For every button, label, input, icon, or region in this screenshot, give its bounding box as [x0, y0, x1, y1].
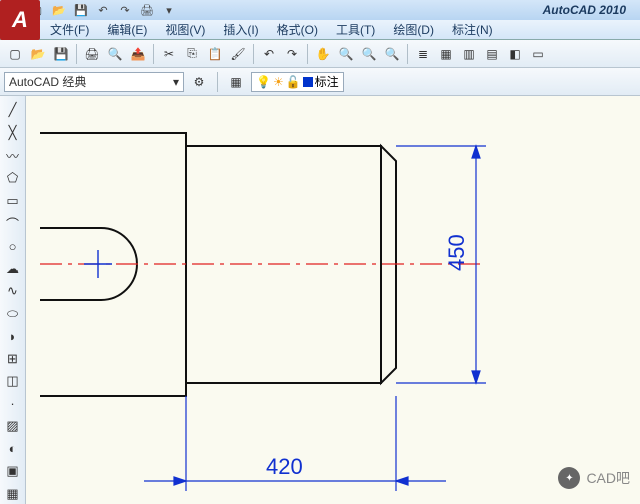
- dim-h-text: 420: [266, 454, 303, 479]
- region-tool[interactable]: ▣: [2, 461, 24, 482]
- insert-tool[interactable]: ⊞: [2, 349, 24, 370]
- markup-button[interactable]: ◧: [504, 43, 526, 65]
- bulb-icon: 💡: [256, 75, 271, 89]
- polygon-tool[interactable]: ⬠: [2, 168, 24, 189]
- layer-name: 标注: [315, 73, 339, 90]
- layer-props-button[interactable]: ▦: [225, 71, 247, 93]
- menu-dimension[interactable]: 标注(N): [444, 19, 501, 40]
- watermark-text: CAD吧: [586, 468, 630, 488]
- dim-v-text: 450: [444, 234, 469, 271]
- workspace-layer-bar: AutoCAD 经典 ▾ ⚙ ▦ 💡 ☀ 🔓 标注: [0, 68, 640, 96]
- qat-print-icon[interactable]: 🖨: [138, 2, 156, 18]
- print-button[interactable]: 🖨: [81, 43, 103, 65]
- watermark-icon: ✦: [558, 467, 580, 489]
- menu-view[interactable]: 视图(V): [157, 19, 213, 40]
- workspace-label: AutoCAD 经典: [9, 73, 86, 90]
- drawing-canvas[interactable]: 450 420 ✦ CAD吧: [26, 96, 640, 504]
- line-tool[interactable]: ╱: [2, 100, 24, 121]
- pline-tool[interactable]: 〰: [2, 145, 24, 166]
- undo-button[interactable]: ↶: [258, 43, 280, 65]
- layer-color-swatch: [303, 77, 313, 87]
- menu-insert[interactable]: 插入(I): [215, 19, 266, 40]
- ellipse-arc-tool[interactable]: ◗: [2, 326, 24, 347]
- paste-button[interactable]: 📋: [204, 43, 226, 65]
- block-tool[interactable]: ◫: [2, 371, 24, 392]
- menu-format[interactable]: 格式(O): [269, 19, 326, 40]
- workspace-select[interactable]: AutoCAD 经典 ▾: [4, 72, 184, 92]
- qat-undo-icon[interactable]: ↶: [94, 2, 112, 18]
- hatch-tool[interactable]: ▨: [2, 416, 24, 437]
- arc-tool[interactable]: ⌒: [2, 213, 24, 234]
- sheet-button[interactable]: ▤: [481, 43, 503, 65]
- app-logo-icon[interactable]: A: [0, 0, 40, 40]
- app-title: AutoCAD 2010: [543, 3, 626, 17]
- menu-draw[interactable]: 绘图(D): [385, 19, 442, 40]
- rectangle-tool[interactable]: ▭: [2, 191, 24, 212]
- menu-file[interactable]: 文件(F): [42, 19, 97, 40]
- preview-button[interactable]: 🔍: [104, 43, 126, 65]
- ellipse-tool[interactable]: ⬭: [2, 304, 24, 325]
- chevron-down-icon: ▾: [173, 75, 179, 89]
- layer-select[interactable]: 💡 ☀ 🔓 标注: [251, 72, 344, 92]
- menu-tools[interactable]: 工具(T): [328, 19, 383, 40]
- circle-tool[interactable]: ○: [2, 236, 24, 257]
- sun-icon: ☀: [273, 75, 284, 89]
- spline-tool[interactable]: ∿: [2, 281, 24, 302]
- table-tool[interactable]: ▦: [2, 484, 24, 504]
- xline-tool[interactable]: ╳: [2, 123, 24, 144]
- watermark: ✦ CAD吧: [558, 467, 630, 489]
- calc-button[interactable]: ▭: [527, 43, 549, 65]
- standard-toolbar: ▢ 📂 💾 🖨 🔍 📤 ✂ ⎘ 📋 🖌 ↶ ↷ ✋ 🔍 🔍 🔍 ≣ ▦ ▥ ▤ …: [0, 40, 640, 68]
- draw-toolbar: ╱ ╳ 〰 ⬠ ▭ ⌒ ○ ☁ ∿ ⬭ ◗ ⊞ ◫ · ▨ ◐ ▣ ▦: [0, 96, 26, 504]
- lock-icon: 🔓: [286, 75, 301, 89]
- revcloud-tool[interactable]: ☁: [2, 259, 24, 280]
- zoom-rt-button[interactable]: 🔍: [335, 43, 357, 65]
- dc-button[interactable]: ▦: [435, 43, 457, 65]
- gradient-tool[interactable]: ◐: [2, 439, 24, 460]
- properties-button[interactable]: ≣: [412, 43, 434, 65]
- drawing-svg: 450 420: [26, 96, 640, 504]
- qat-open-icon[interactable]: 📂: [50, 2, 68, 18]
- match-button[interactable]: 🖌: [227, 43, 249, 65]
- dimensions: 450 420: [144, 146, 486, 491]
- copy-button[interactable]: ⎘: [181, 43, 203, 65]
- save-button[interactable]: 💾: [50, 43, 72, 65]
- crosshair-cursor: [84, 250, 112, 278]
- qat-dropdown-icon[interactable]: ▾: [160, 2, 178, 18]
- qat-redo-icon[interactable]: ↷: [116, 2, 134, 18]
- zoom-win-button[interactable]: 🔍: [358, 43, 380, 65]
- publish-button[interactable]: 📤: [127, 43, 149, 65]
- zoom-prev-button[interactable]: 🔍: [381, 43, 403, 65]
- tool-pal-button[interactable]: ▥: [458, 43, 480, 65]
- ws-settings-button[interactable]: ⚙: [188, 71, 210, 93]
- redo-button[interactable]: ↷: [281, 43, 303, 65]
- open-button[interactable]: 📂: [27, 43, 49, 65]
- qat-save-icon[interactable]: 💾: [72, 2, 90, 18]
- cut-button[interactable]: ✂: [158, 43, 180, 65]
- new-button[interactable]: ▢: [4, 43, 26, 65]
- pan-button[interactable]: ✋: [312, 43, 334, 65]
- menu-edit[interactable]: 编辑(E): [99, 19, 155, 40]
- point-tool[interactable]: ·: [2, 394, 24, 415]
